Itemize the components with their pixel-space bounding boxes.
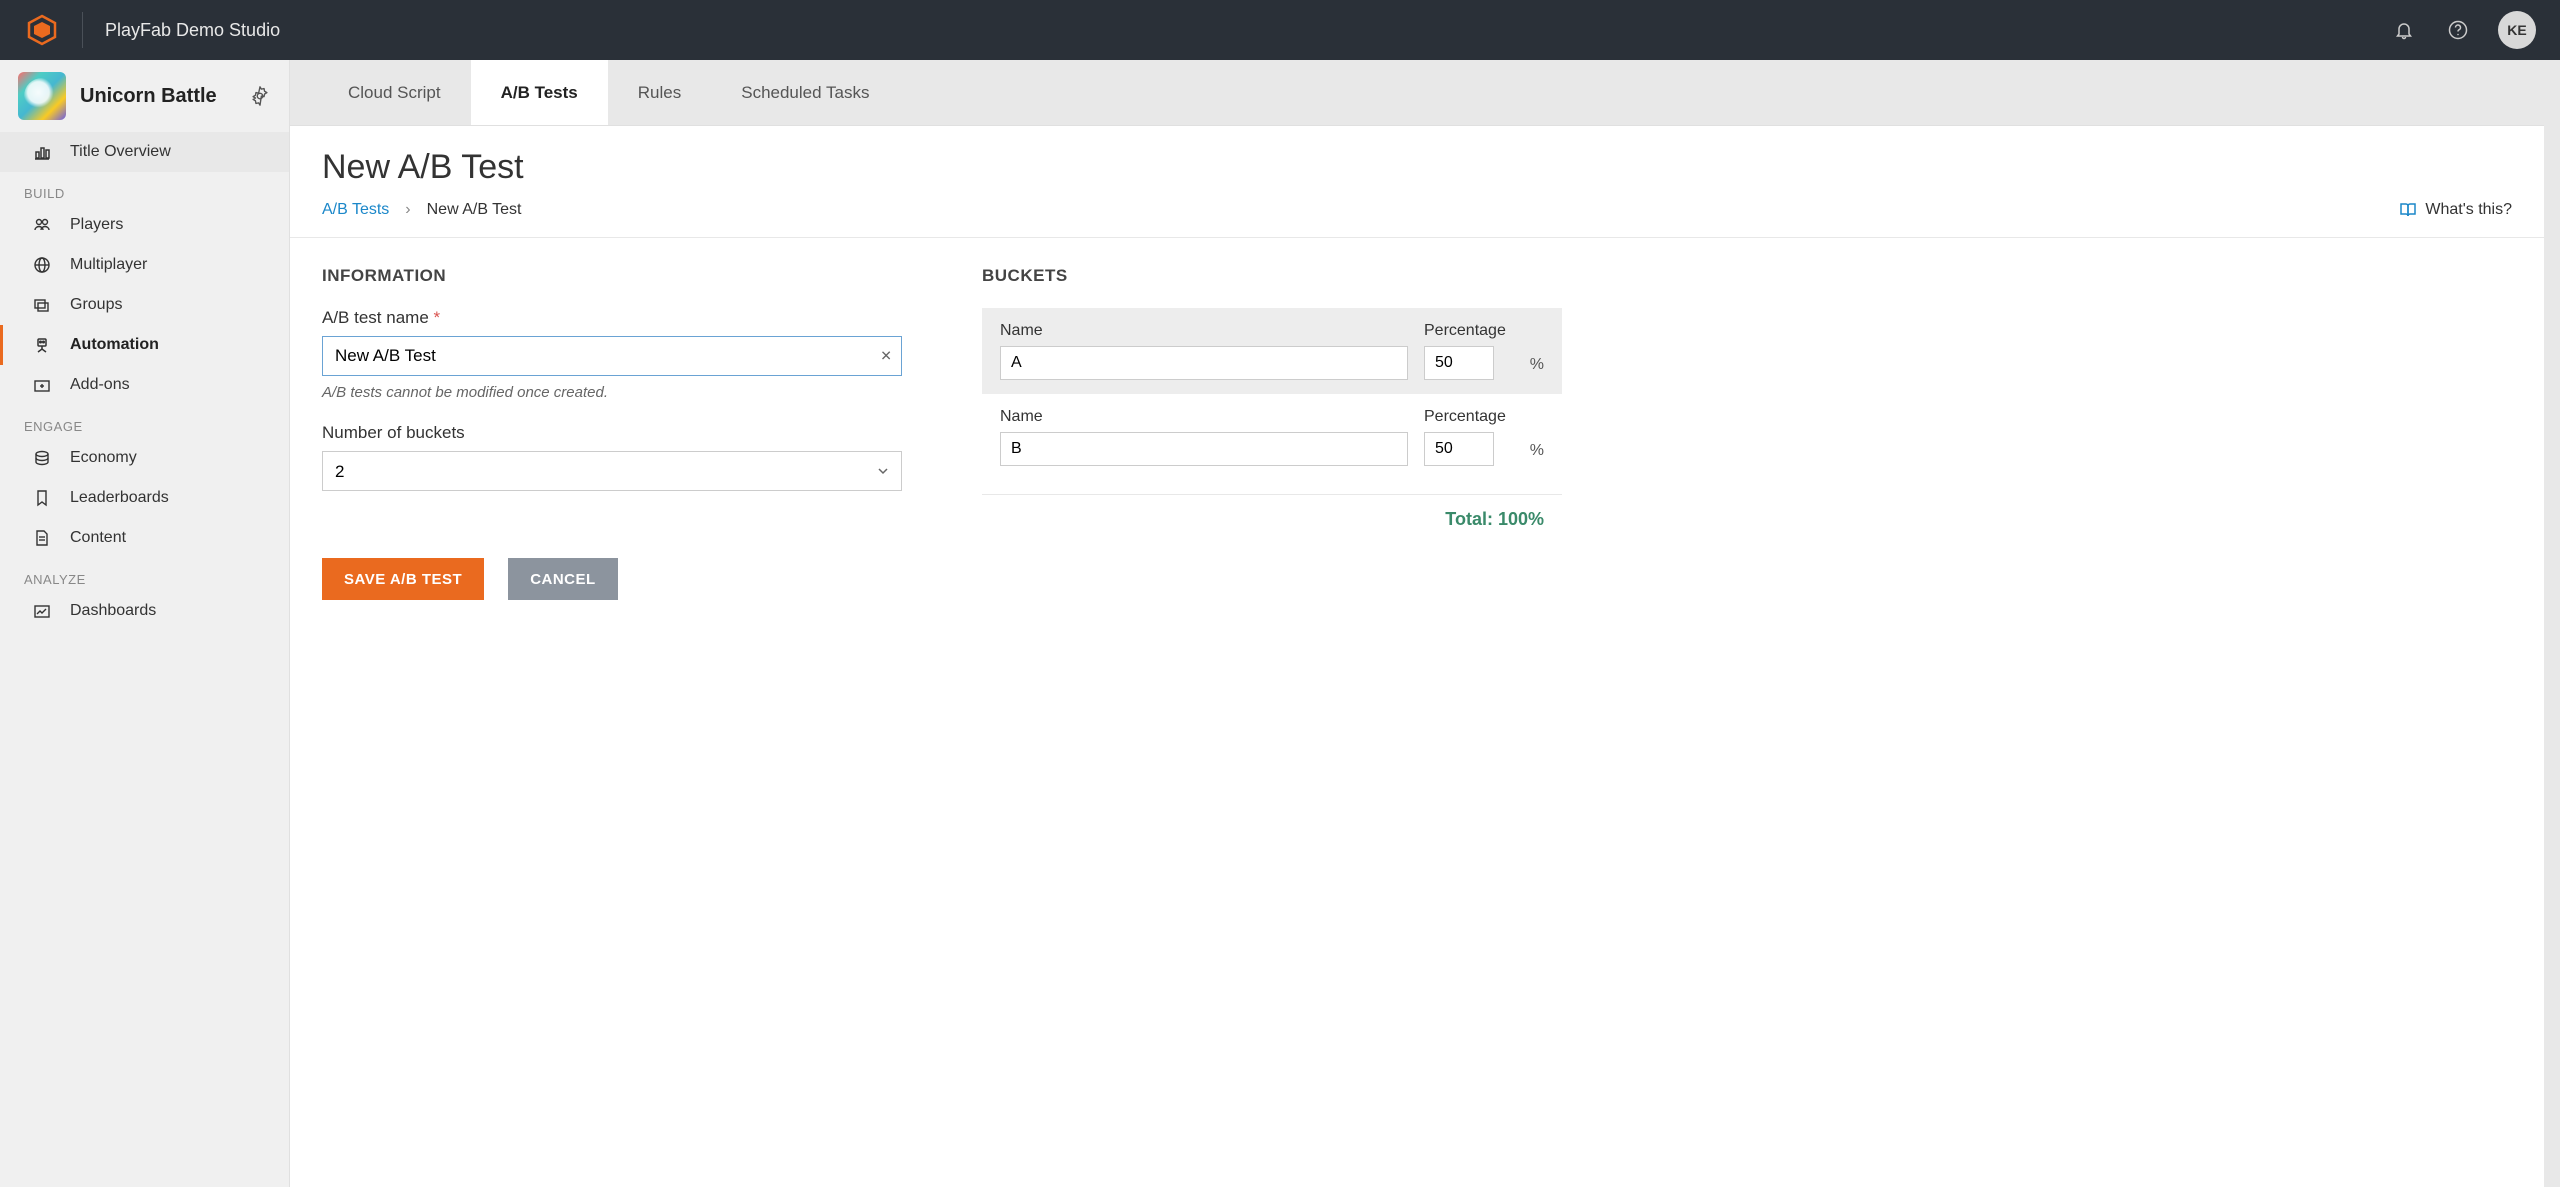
- percent-symbol: %: [1530, 356, 1544, 380]
- sidebar-item-label: Players: [70, 216, 123, 234]
- economy-icon: [32, 448, 52, 468]
- sidebar-item-dashboards[interactable]: Dashboards: [0, 591, 289, 631]
- num-buckets-label: Number of buckets: [322, 423, 902, 443]
- bucket-row: Name Percentage %: [982, 394, 1562, 480]
- tab-ab-tests[interactable]: A/B Tests: [471, 60, 608, 125]
- sidebar: Unicorn Battle Title Overview BUILD Play…: [0, 60, 290, 1187]
- bucket-total: Total: 100%: [982, 494, 1562, 530]
- breadcrumb-current: New A/B Test: [427, 201, 522, 219]
- help-icon[interactable]: [2440, 12, 2476, 48]
- tab-cloud-script[interactable]: Cloud Script: [318, 60, 471, 125]
- information-column: INFORMATION A/B test name * ✕ A/B tests …: [322, 266, 902, 530]
- test-name-input[interactable]: [322, 336, 902, 376]
- num-buckets-select[interactable]: 2: [322, 451, 902, 491]
- breadcrumb: A/B Tests › New A/B Test: [322, 201, 2512, 219]
- automation-icon: [32, 335, 52, 355]
- section-title-buckets: BUCKETS: [982, 266, 1562, 286]
- sidebar-item-economy[interactable]: Economy: [0, 438, 289, 478]
- globe-icon: [32, 255, 52, 275]
- test-name-label: A/B test name *: [322, 308, 902, 328]
- whats-this-label: What's this?: [2425, 201, 2512, 219]
- page-title: New A/B Test: [322, 148, 2512, 187]
- form-area: INFORMATION A/B test name * ✕ A/B tests …: [290, 238, 2544, 558]
- nav-section-analyze: ANALYZE: [0, 558, 289, 591]
- groups-icon: [32, 295, 52, 315]
- sidebar-item-title-overview[interactable]: Title Overview: [0, 132, 289, 172]
- addons-icon: [32, 375, 52, 395]
- title-name[interactable]: Unicorn Battle: [80, 85, 235, 108]
- sidebar-item-label: Economy: [70, 449, 137, 467]
- nav-section-build: BUILD: [0, 172, 289, 205]
- bar-chart-icon: [32, 142, 52, 162]
- notifications-icon[interactable]: [2386, 12, 2422, 48]
- sidebar-item-content[interactable]: Content: [0, 518, 289, 558]
- bucket-name-input[interactable]: [1000, 432, 1408, 466]
- action-bar: SAVE A/B TEST CANCEL: [290, 558, 2544, 632]
- gear-icon[interactable]: [249, 85, 271, 107]
- bucket-row: Name Percentage %: [982, 308, 1562, 394]
- sidebar-item-label: Multiplayer: [70, 256, 147, 274]
- bucket-pct-input[interactable]: [1424, 432, 1494, 466]
- sidebar-item-label: Groups: [70, 296, 122, 314]
- test-name-hint: A/B tests cannot be modified once create…: [322, 384, 902, 401]
- book-icon: [2399, 201, 2417, 219]
- dashboard-icon: [32, 601, 52, 621]
- clear-input-icon[interactable]: ✕: [880, 348, 892, 365]
- bucket-name-label: Name: [1000, 322, 1408, 340]
- tab-rules[interactable]: Rules: [608, 60, 711, 125]
- percent-symbol: %: [1530, 442, 1544, 466]
- title-image[interactable]: [18, 72, 66, 120]
- sidebar-item-label: Title Overview: [70, 143, 171, 161]
- sidebar-item-label: Add-ons: [70, 376, 130, 394]
- playfab-logo-icon[interactable]: [24, 12, 60, 48]
- nav-section-engage: ENGAGE: [0, 405, 289, 438]
- section-title-information: INFORMATION: [322, 266, 902, 286]
- cancel-button[interactable]: CANCEL: [508, 558, 618, 600]
- sidebar-item-automation[interactable]: Automation: [0, 325, 289, 365]
- sidebar-item-label: Content: [70, 529, 126, 547]
- user-avatar[interactable]: KE: [2498, 11, 2536, 49]
- bucket-pct-label: Percentage: [1424, 322, 1522, 340]
- breadcrumb-link[interactable]: A/B Tests: [322, 201, 389, 219]
- title-header: Unicorn Battle: [0, 60, 289, 132]
- top-header: PlayFab Demo Studio KE: [0, 0, 2560, 60]
- bookmark-icon: [32, 488, 52, 508]
- sidebar-item-addons[interactable]: Add-ons: [0, 365, 289, 405]
- bucket-pct-label: Percentage: [1424, 408, 1522, 426]
- bucket-pct-input[interactable]: [1424, 346, 1494, 380]
- studio-name[interactable]: PlayFab Demo Studio: [105, 20, 2368, 41]
- document-icon: [32, 528, 52, 548]
- tabs-bar: Cloud Script A/B Tests Rules Scheduled T…: [290, 60, 2544, 126]
- sidebar-item-label: Leaderboards: [70, 489, 169, 507]
- content-area: Cloud Script A/B Tests Rules Scheduled T…: [290, 60, 2544, 1187]
- page-header: New A/B Test A/B Tests › New A/B Test Wh…: [290, 126, 2544, 238]
- sidebar-item-label: Automation: [70, 336, 159, 354]
- whats-this-link[interactable]: What's this?: [2399, 201, 2512, 219]
- buckets-column: BUCKETS Name Percentage %: [982, 266, 1562, 530]
- players-icon: [32, 215, 52, 235]
- tab-scheduled-tasks[interactable]: Scheduled Tasks: [711, 60, 899, 125]
- sidebar-item-groups[interactable]: Groups: [0, 285, 289, 325]
- sidebar-item-leaderboards[interactable]: Leaderboards: [0, 478, 289, 518]
- sidebar-item-multiplayer[interactable]: Multiplayer: [0, 245, 289, 285]
- save-button[interactable]: SAVE A/B TEST: [322, 558, 484, 600]
- scrollbar-track[interactable]: [2544, 60, 2560, 1187]
- bucket-name-input[interactable]: [1000, 346, 1408, 380]
- sidebar-item-players[interactable]: Players: [0, 205, 289, 245]
- bucket-name-label: Name: [1000, 408, 1408, 426]
- sidebar-item-label: Dashboards: [70, 602, 156, 620]
- divider: [82, 12, 83, 48]
- chevron-right-icon: ›: [405, 201, 410, 219]
